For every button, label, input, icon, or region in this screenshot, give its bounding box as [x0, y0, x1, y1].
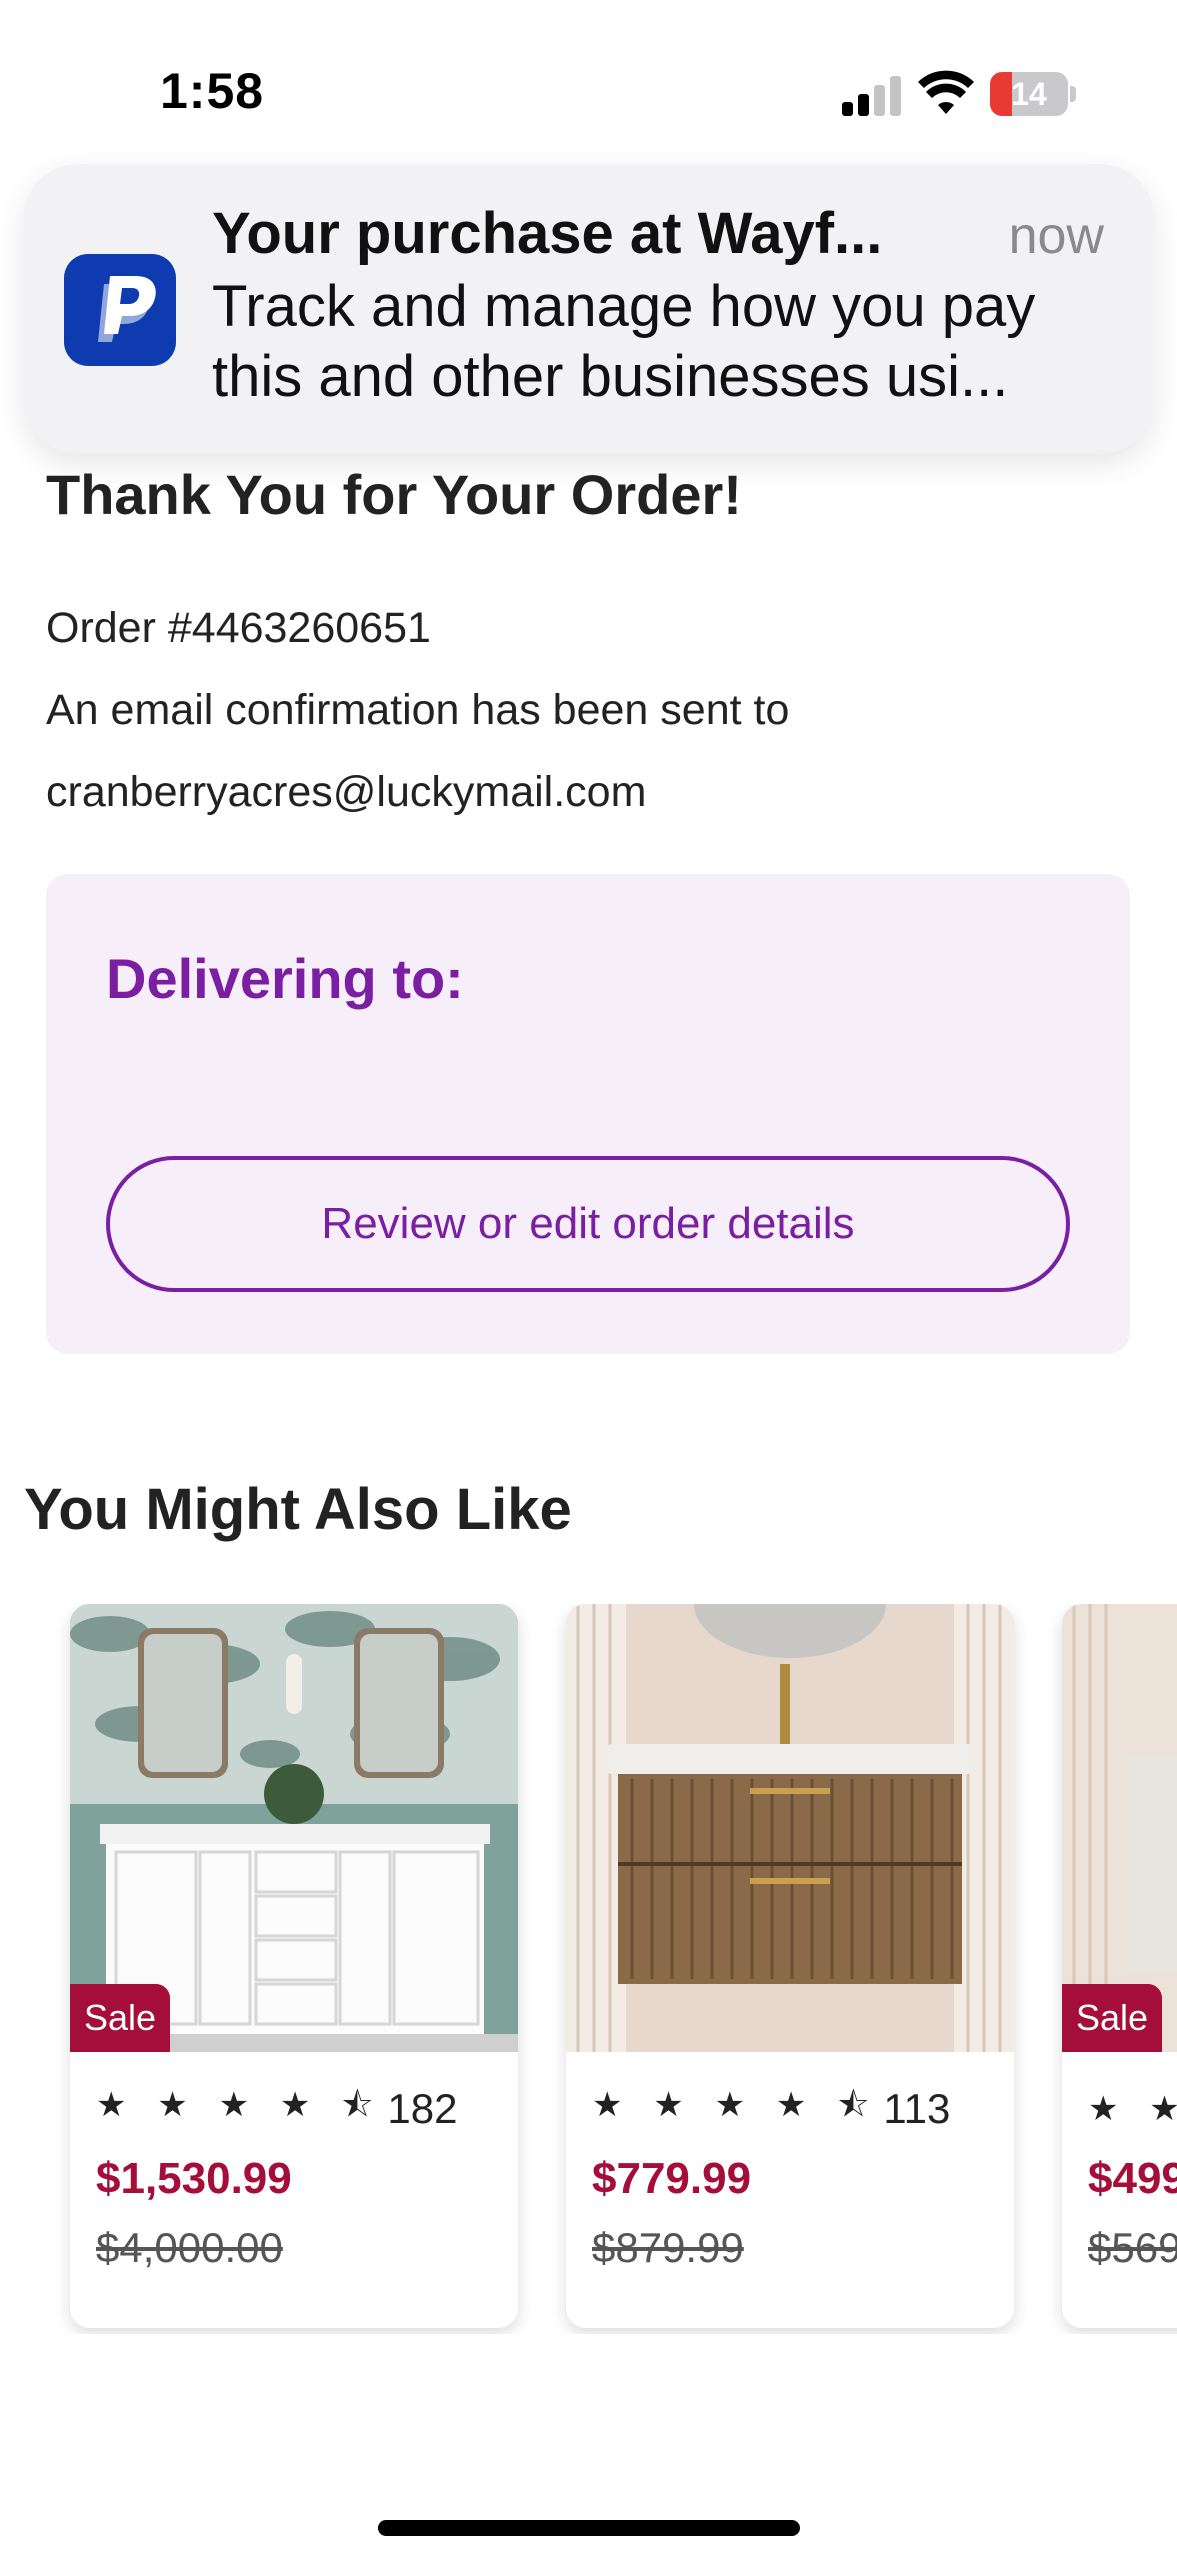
notification-body: Track and manage how you pay this and ot… — [212, 274, 1036, 409]
email-notice: An email confirmation has been sent to — [46, 686, 790, 734]
status-time: 1:58 — [160, 63, 265, 119]
rating-row: ★ ★ ★ ★ ⯪ 182 — [96, 2084, 457, 2134]
delivering-to-label: Delivering to: — [106, 947, 464, 1010]
sale-badge: Sale — [70, 1984, 170, 2052]
star-rating-icon: ★ ★ ★ ★ ⯪ — [592, 2084, 880, 2125]
home-indicator[interactable] — [378, 2520, 800, 2536]
review-count: 182 — [387, 2085, 458, 2132]
battery-level: 14 — [1011, 76, 1047, 112]
push-notification[interactable]: Your purchase at Wayf... now Track and m… — [24, 164, 1154, 454]
notification-time: now — [1008, 207, 1104, 265]
product-carousel[interactable]: Sale ★ ★ ★ ★ ⯪ 182 $1,530.99 $4,000.00 ★… — [0, 1604, 1177, 2334]
rating-row: ★ ★ ★ ★ ⯪ 113 — [592, 2084, 950, 2134]
recommendations-title: You Might Also Like — [24, 1477, 572, 1542]
order-confirmation-screen: 1:58 14 Your purchase at Wayf... now Tra… — [0, 0, 1177, 2560]
delivery-card: Delivering to: Review or edit order deta… — [46, 874, 1130, 1354]
product-image[interactable] — [566, 1604, 1014, 2052]
product-card[interactable]: ★ ★ ★ ★ ⯪ 113 $779.99 $879.99 — [566, 1604, 1014, 2328]
review-count: 113 — [883, 2085, 951, 2132]
cellular-signal-icon — [842, 74, 902, 116]
sale-price: $1,530.99 — [96, 2154, 292, 2203]
notification-title: Your purchase at Wayf... — [212, 201, 883, 266]
status-bar: 1:58 14 — [0, 0, 1177, 150]
wifi-icon — [918, 70, 974, 114]
original-price: $569 — [1088, 2224, 1177, 2271]
product-card[interactable]: Sale ★ ★ $499 $569 — [1062, 1604, 1177, 2328]
original-price: $879.99 — [592, 2224, 744, 2271]
original-price: $4,000.00 — [96, 2224, 283, 2271]
confirmation-email: cranberryacres@luckymail.com — [46, 768, 647, 816]
review-order-details-button[interactable]: Review or edit order details — [106, 1156, 1070, 1292]
rating-row: ★ ★ — [1088, 2084, 1177, 2134]
sale-price: $499 — [1088, 2154, 1177, 2203]
paypal-icon — [64, 254, 176, 366]
order-number: Order #4463260651 — [46, 604, 431, 652]
sale-price: $779.99 — [592, 2154, 752, 2203]
product-card[interactable]: Sale ★ ★ ★ ★ ⯪ 182 $1,530.99 $4,000.00 — [70, 1604, 518, 2328]
star-rating-icon: ★ ★ — [1088, 2089, 1177, 2129]
page-title: Thank You for Your Order! — [46, 463, 742, 526]
star-rating-icon: ★ ★ ★ ★ ⯪ — [96, 2084, 384, 2125]
battery-icon: 14 — [990, 72, 1076, 116]
sale-badge: Sale — [1062, 1984, 1162, 2052]
